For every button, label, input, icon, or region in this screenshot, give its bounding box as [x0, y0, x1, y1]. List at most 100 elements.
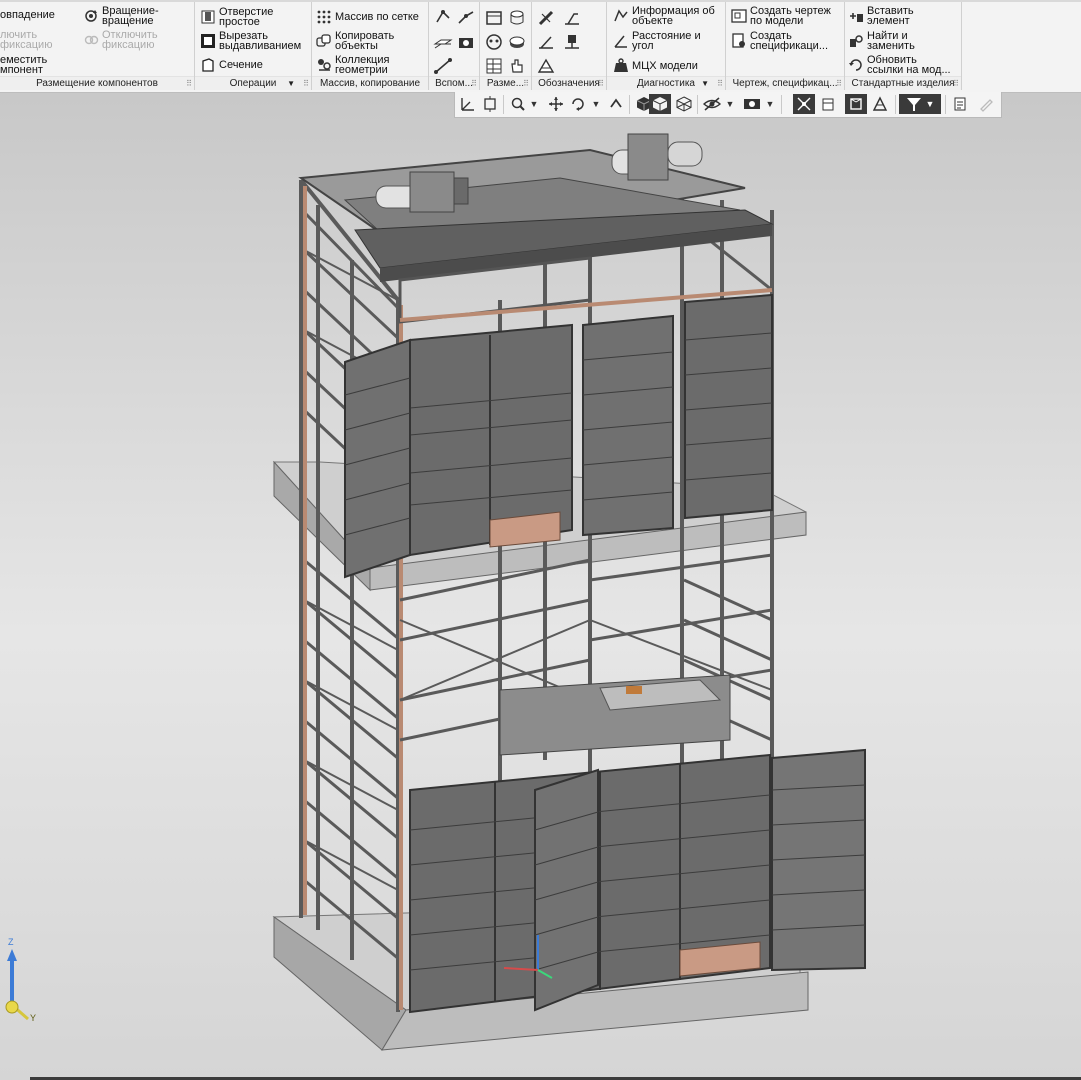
mates-icon [872, 96, 888, 111]
copy-icon [316, 34, 331, 47]
weight-icon [614, 58, 628, 72]
coincidence-label: овпадение [0, 9, 55, 21]
disable-fix-button[interactable]: Отключить фиксацию [83, 30, 158, 51]
distance-angle-icon [614, 35, 627, 48]
move-component-button[interactable]: еместить мпонент [0, 54, 48, 76]
create-drawing-button[interactable]: Создать чертеж по модели [731, 6, 831, 27]
chevron-down-icon: ▼ [725, 99, 735, 109]
hide-dropdown[interactable]: ▼ [723, 94, 737, 114]
selection-filter-button[interactable]: ▼ [899, 94, 941, 114]
group-dimensions-label: Разме... ⠿ [480, 76, 531, 90]
marking-icon[interactable] [536, 56, 556, 76]
hole-label: Отверстие простое [219, 6, 274, 28]
pencil-icon [980, 99, 993, 112]
line-icon[interactable] [433, 56, 453, 76]
shaded-cube-icon [652, 97, 668, 111]
shaded-mode-button[interactable] [649, 94, 671, 114]
previous-view-button[interactable] [605, 94, 627, 114]
create-specification-button[interactable]: Создать спецификаци... [731, 31, 828, 52]
coincidence-button[interactable]: овпадение [0, 9, 55, 21]
separator [945, 95, 946, 114]
eye-hide-icon [703, 97, 721, 111]
plane-icon[interactable] [433, 8, 453, 28]
section-view-button[interactable] [817, 94, 839, 114]
mass-properties-button[interactable]: МЦХ модели [613, 58, 698, 74]
pan-button[interactable] [545, 94, 567, 114]
cut-extrude-button[interactable]: Вырезать выдавливанием [200, 31, 301, 52]
wireframe-mode-button[interactable] [673, 94, 695, 114]
show-objects-dropdown[interactable]: ▼ [763, 94, 777, 114]
point-photo-icon[interactable] [456, 32, 476, 52]
coordinate-system-button[interactable] [457, 94, 479, 114]
group-auxiliary-label: Вспом... ⠿ [429, 76, 479, 90]
cylinder-icon[interactable] [507, 8, 527, 28]
specification-icon [732, 33, 745, 48]
view-toolbar: ▼ ▼ ▼ ▼ ▼ ▼ [454, 92, 1002, 118]
leader-icon[interactable] [562, 32, 582, 52]
axis-z-label: Z [8, 937, 14, 947]
distance-angle-label: Расстояние и угол [632, 30, 701, 52]
drawing-icon [731, 9, 747, 23]
rotate-view-icon [572, 98, 584, 111]
group-array-label: Массив, копирование [312, 76, 428, 90]
offset-plane-icon[interactable] [433, 32, 453, 52]
table-icon[interactable] [484, 56, 504, 76]
grid-array-label: Массив по сетке [335, 11, 419, 23]
refresh-icon [849, 59, 862, 71]
axis-icon[interactable] [456, 8, 476, 28]
axis-indicator[interactable]: Z Y [2, 937, 42, 1033]
view-orientation-button[interactable] [479, 94, 501, 114]
hole-icon [201, 10, 215, 24]
snap-icon [797, 97, 811, 111]
distance-angle-button[interactable]: Расстояние и угол [613, 30, 701, 52]
geometry-collection-button[interactable]: Коллекция геометрии [316, 55, 389, 76]
group-drawing: Создать чертеж по модели Создать специфика… [726, 2, 845, 90]
find-replace-label: Найти и заменить [867, 30, 915, 52]
roughness-icon[interactable] [562, 8, 582, 28]
object-info-button[interactable]: Информация об объекте [613, 6, 715, 27]
properties-panel-button[interactable] [949, 94, 971, 114]
hide-button[interactable] [701, 94, 723, 114]
unfix-button[interactable]: лючить фиксацию [0, 30, 52, 51]
group-auxiliary: Вспом... ⠿ [429, 2, 480, 90]
hand-icon[interactable] [507, 56, 527, 76]
model-canvas[interactable] [0, 93, 1081, 1080]
disc-icon[interactable] [507, 32, 527, 52]
hole-button[interactable]: Отверстие простое [200, 6, 274, 28]
mask-icon[interactable] [484, 32, 504, 52]
frame-icon[interactable] [484, 8, 504, 28]
mates-display-button[interactable] [869, 94, 891, 114]
rotate-view-button[interactable] [567, 94, 589, 114]
eye-icon [744, 99, 760, 109]
group-notation: Обозначения ⠿ [532, 2, 607, 90]
find-replace-button[interactable]: Найти и заменить [848, 30, 915, 52]
show-objects-button[interactable] [741, 94, 763, 114]
base-icon[interactable] [536, 32, 556, 52]
move-component-label: еместить мпонент [0, 54, 48, 76]
grid-array-button[interactable]: Массив по сетке [316, 9, 419, 25]
3d-viewport[interactable]: Z Y [0, 93, 1081, 1080]
pan-icon [549, 97, 563, 111]
rotation-button[interactable]: Вращение-вращение [83, 5, 159, 27]
copy-objects-label: Копировать объекты [335, 30, 395, 52]
section-view-icon [822, 98, 834, 111]
update-links-label: Обновить ссылки на мод... [867, 54, 951, 76]
snap-toggle-button[interactable] [793, 94, 815, 114]
perspective-icon [850, 98, 862, 110]
section-button[interactable]: Сечение [200, 57, 263, 73]
update-links-button[interactable]: Обновить ссылки на мод... [848, 54, 951, 76]
copy-objects-button[interactable]: Копировать объекты [316, 30, 395, 52]
rotation-label: Вращение-вращение [102, 5, 159, 27]
rotate-view-dropdown[interactable]: ▼ [589, 94, 603, 114]
group-diagnostics-label: Диагностика ▼ ⠿ [607, 76, 725, 90]
lift-cabin [499, 674, 731, 756]
axis-y-label: Y [30, 1013, 37, 1023]
zoom-button[interactable] [507, 94, 529, 114]
ribbon-toolbar: овпадение лючить фиксацию еместить мпонент… [0, 0, 1081, 93]
weld-icon[interactable] [536, 8, 556, 28]
edit-pencil-button[interactable] [975, 94, 997, 114]
zoom-dropdown[interactable]: ▼ [527, 94, 541, 114]
perspective-button[interactable] [845, 94, 867, 114]
insert-element-button[interactable]: Вставить элемент [848, 6, 914, 27]
group-standard-parts: Вставить элемент Найти и заменить Обновить… [845, 2, 962, 90]
